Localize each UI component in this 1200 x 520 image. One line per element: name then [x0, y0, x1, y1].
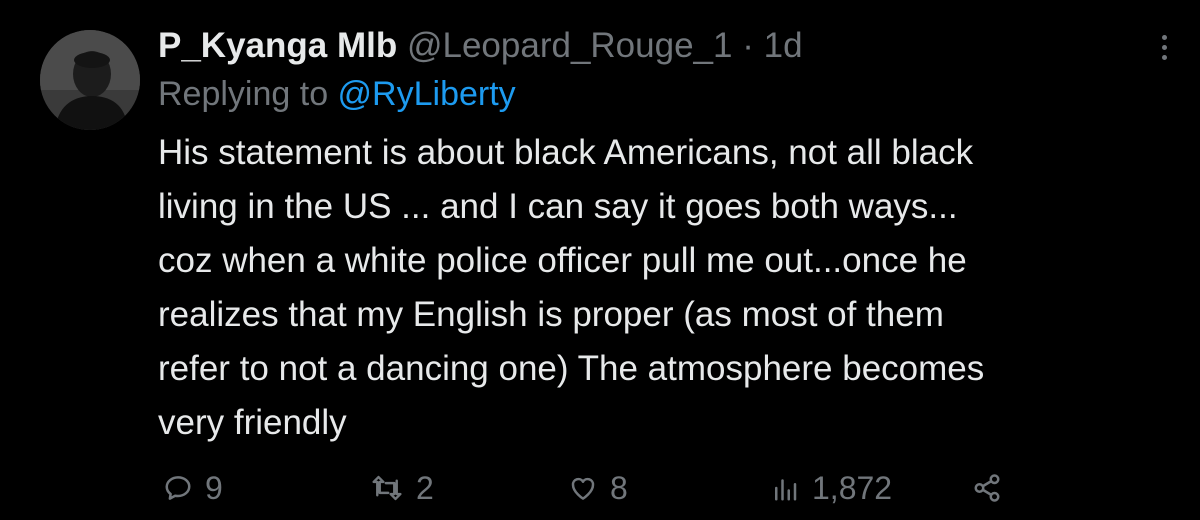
avatar-image — [40, 30, 140, 130]
tweet-time[interactable]: 1d — [764, 26, 803, 65]
views-count: 1,872 — [812, 469, 893, 506]
tweet-text-line: His statement is about black Americans, … — [158, 133, 974, 172]
views-icon — [775, 479, 797, 501]
reply-handle-link[interactable]: @RyLiberty — [338, 75, 516, 113]
share-button[interactable] — [972, 466, 1014, 510]
reply-button[interactable]: 9 — [163, 466, 223, 510]
author-name[interactable]: P_Kyanga Mlb — [158, 26, 397, 65]
like-icon — [571, 477, 595, 500]
tweet-content: P_Kyanga Mlb @Leopard_Rouge_1 · 1d Reply… — [158, 20, 1148, 450]
tweet-actions: 9 2 8 1,872 — [0, 466, 1200, 510]
views-button[interactable]: 1,872 — [770, 466, 892, 510]
tweet-text-line: living in the US ... and I can say it go… — [158, 187, 958, 226]
avatar[interactable] — [40, 30, 140, 130]
reply-icon — [165, 476, 191, 500]
separator-dot: · — [742, 26, 754, 65]
share-icon — [974, 474, 1000, 502]
replying-to: Replying to @RyLiberty — [158, 72, 1148, 116]
tweet[interactable]: P_Kyanga Mlb @Leopard_Rouge_1 · 1d Reply… — [0, 0, 1200, 520]
author-handle[interactable]: @Leopard_Rouge_1 — [407, 26, 733, 65]
tweet-text-line: coz when a white police officer pull me … — [158, 241, 967, 280]
retweet-count: 2 — [416, 469, 434, 506]
tweet-header: P_Kyanga Mlb @Leopard_Rouge_1 · 1d — [158, 20, 1148, 72]
like-button[interactable]: 8 — [568, 466, 628, 510]
more-icon[interactable] — [1150, 30, 1178, 70]
tweet-text-line: realizes that my English is proper (as m… — [158, 295, 944, 334]
reply-count: 9 — [205, 469, 223, 506]
retweet-icon — [372, 475, 402, 501]
tweet-text-line: very friendly — [158, 403, 347, 442]
tweet-text: His statement is about black Americans, … — [158, 126, 1148, 450]
retweet-button[interactable]: 2 — [370, 466, 434, 510]
like-count: 8 — [610, 469, 628, 506]
reply-prefix: Replying to — [158, 75, 338, 113]
tweet-text-line: refer to not a dancing one) The atmosphe… — [158, 349, 985, 388]
